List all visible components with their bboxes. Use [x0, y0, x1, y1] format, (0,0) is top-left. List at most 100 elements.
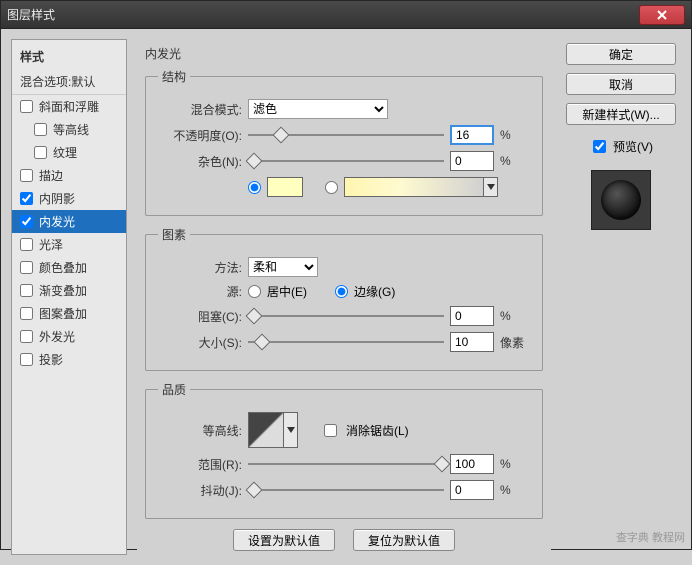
source-edge-label: 边缘(G) — [354, 283, 395, 300]
ok-button[interactable]: 确定 — [566, 43, 676, 65]
styles-list: 样式 混合选项:默认 斜面和浮雕等高线纹理描边内阴影内发光光泽颜色叠加渐变叠加图… — [11, 39, 127, 555]
style-checkbox[interactable] — [34, 123, 47, 136]
preview-label: 预览(V) — [613, 138, 653, 155]
structure-group: 结构 混合模式: 滤色 不透明度(O): % 杂色(N): — [145, 68, 543, 216]
contour-label: 等高线: — [158, 422, 242, 439]
blend-mode-select[interactable]: 滤色 — [248, 99, 388, 119]
elements-legend: 图素 — [158, 226, 190, 243]
close-icon — [657, 10, 667, 20]
style-item[interactable]: 内阴影 — [12, 187, 126, 210]
preview-thumbnail — [591, 170, 651, 230]
range-slider[interactable] — [248, 455, 444, 473]
window-title: 图层样式 — [7, 6, 639, 23]
style-checkbox[interactable] — [20, 284, 33, 297]
opacity-slider[interactable] — [248, 126, 444, 144]
style-label: 纹理 — [53, 144, 77, 161]
style-label: 斜面和浮雕 — [39, 98, 99, 115]
style-checkbox[interactable] — [20, 169, 33, 182]
jitter-slider[interactable] — [248, 481, 444, 499]
style-item[interactable]: 渐变叠加 — [12, 279, 126, 302]
style-checkbox[interactable] — [20, 192, 33, 205]
style-label: 图案叠加 — [39, 305, 87, 322]
style-item[interactable]: 斜面和浮雕 — [12, 95, 126, 118]
range-label: 范围(R): — [158, 456, 242, 473]
chevron-down-icon — [287, 427, 295, 433]
reset-default-button[interactable]: 复位为默认值 — [353, 529, 455, 551]
px-unit: 像素 — [500, 334, 530, 351]
blend-mode-label: 混合模式: — [158, 101, 242, 118]
style-checkbox[interactable] — [20, 353, 33, 366]
source-center-radio[interactable] — [248, 285, 261, 298]
antialias-checkbox[interactable] — [324, 424, 337, 437]
source-center-label: 居中(E) — [267, 283, 307, 300]
choke-input[interactable] — [450, 306, 494, 326]
size-input[interactable] — [450, 332, 494, 352]
style-label: 渐变叠加 — [39, 282, 87, 299]
opacity-label: 不透明度(O): — [158, 127, 242, 144]
percent-unit: % — [500, 154, 530, 168]
dialog-buttons: 确定 取消 新建样式(W)... 预览(V) — [561, 39, 681, 555]
new-style-button[interactable]: 新建样式(W)... — [566, 103, 676, 125]
styles-header: 样式 — [12, 44, 126, 69]
gradient-swatch[interactable] — [344, 177, 484, 197]
effect-settings: 内发光 结构 混合模式: 滤色 不透明度(O): % 杂色(N): — [137, 39, 551, 555]
style-item[interactable]: 内发光 — [12, 210, 126, 233]
percent-unit: % — [500, 309, 530, 323]
blend-options-header[interactable]: 混合选项:默认 — [12, 69, 126, 95]
source-edge-radio[interactable] — [335, 285, 348, 298]
technique-select[interactable]: 柔和 — [248, 257, 318, 277]
choke-label: 阻塞(C): — [158, 308, 242, 325]
style-checkbox[interactable] — [20, 100, 33, 113]
style-checkbox[interactable] — [20, 238, 33, 251]
close-button[interactable] — [639, 5, 685, 25]
gradient-dropdown[interactable] — [484, 177, 498, 197]
gradient-radio[interactable] — [325, 181, 338, 194]
elements-group: 图素 方法: 柔和 源: 居中(E) 边缘(G) — [145, 226, 543, 371]
quality-group: 品质 等高线: 消除锯齿(L) 范围(R): — [145, 381, 543, 519]
style-item[interactable]: 纹理 — [12, 141, 126, 164]
cancel-button[interactable]: 取消 — [566, 73, 676, 95]
opacity-input[interactable] — [450, 125, 494, 145]
color-swatch[interactable] — [267, 177, 303, 197]
jitter-label: 抖动(J): — [158, 482, 242, 499]
style-label: 投影 — [39, 351, 63, 368]
style-label: 内发光 — [39, 213, 75, 230]
effect-title: 内发光 — [145, 45, 543, 62]
chevron-down-icon — [487, 184, 495, 190]
preview-orb — [601, 180, 641, 220]
size-slider[interactable] — [248, 333, 444, 351]
style-item[interactable]: 外发光 — [12, 325, 126, 348]
style-label: 描边 — [39, 167, 63, 184]
style-item[interactable]: 等高线 — [12, 118, 126, 141]
preview-checkbox[interactable] — [593, 140, 606, 153]
style-item[interactable]: 图案叠加 — [12, 302, 126, 325]
style-item[interactable]: 投影 — [12, 348, 126, 371]
style-label: 颜色叠加 — [39, 259, 87, 276]
style-item[interactable]: 光泽 — [12, 233, 126, 256]
percent-unit: % — [500, 483, 530, 497]
noise-slider[interactable] — [248, 152, 444, 170]
contour-dropdown[interactable] — [284, 412, 298, 448]
choke-slider[interactable] — [248, 307, 444, 325]
jitter-input[interactable] — [450, 480, 494, 500]
make-default-button[interactable]: 设置为默认值 — [233, 529, 335, 551]
style-label: 内阴影 — [39, 190, 75, 207]
style-checkbox[interactable] — [20, 215, 33, 228]
solid-color-radio[interactable] — [248, 181, 261, 194]
technique-label: 方法: — [158, 259, 242, 276]
noise-input[interactable] — [450, 151, 494, 171]
size-label: 大小(S): — [158, 334, 242, 351]
antialias-label: 消除锯齿(L) — [346, 422, 409, 439]
style-label: 等高线 — [53, 121, 89, 138]
titlebar: 图层样式 — [1, 1, 691, 29]
contour-picker[interactable] — [248, 412, 284, 448]
style-checkbox[interactable] — [20, 307, 33, 320]
style-checkbox[interactable] — [20, 330, 33, 343]
watermark: 查字典 教程网 — [616, 529, 685, 545]
style-item[interactable]: 颜色叠加 — [12, 256, 126, 279]
style-checkbox[interactable] — [20, 261, 33, 274]
noise-label: 杂色(N): — [158, 153, 242, 170]
style-item[interactable]: 描边 — [12, 164, 126, 187]
style-checkbox[interactable] — [34, 146, 47, 159]
range-input[interactable] — [450, 454, 494, 474]
